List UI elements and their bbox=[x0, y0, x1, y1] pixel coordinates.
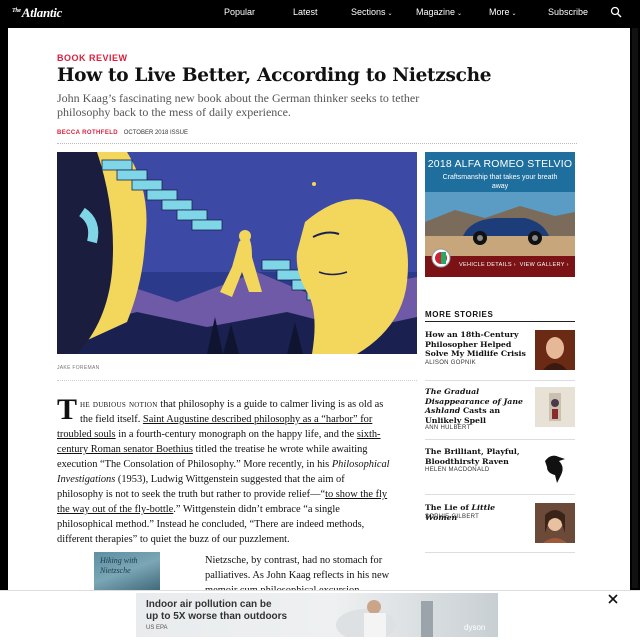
view-gallery-link[interactable]: VIEW GALLERY bbox=[520, 262, 565, 268]
dropcap: T bbox=[57, 393, 78, 426]
nav-magazine[interactable]: Magazine ⌄ bbox=[416, 7, 462, 17]
author-link[interactable]: BECCA ROTHFELD bbox=[57, 130, 118, 136]
close-icon[interactable] bbox=[606, 592, 620, 606]
vehicle-details-link[interactable]: VEHICLE DETAILS bbox=[459, 262, 512, 268]
issue-link[interactable]: OCTOBER 2018 ISSUE bbox=[124, 130, 188, 136]
story-author: ANN HULBERT bbox=[425, 425, 471, 431]
banner-photo bbox=[336, 600, 433, 637]
story-thumbnail[interactable] bbox=[535, 503, 575, 543]
more-stories-heading: MORE STORIES bbox=[425, 310, 494, 319]
nav-more[interactable]: More ⌄ bbox=[489, 7, 517, 17]
story-thumbnail[interactable] bbox=[535, 387, 575, 427]
nav-popular-label: Popular bbox=[224, 7, 256, 17]
scrollbar[interactable] bbox=[632, 28, 638, 588]
nav-sections[interactable]: Sections ⌄ bbox=[351, 7, 393, 17]
chevron-down-icon: ⌄ bbox=[387, 11, 393, 17]
story-title[interactable]: The Brilliant, Playful, Bloodthirsty Rav… bbox=[425, 447, 529, 466]
alfa-romeo-logo-icon bbox=[431, 248, 451, 268]
car-image bbox=[425, 192, 575, 256]
nav-latest-label: Latest bbox=[293, 7, 318, 17]
sidebar-ad[interactable]: 2018 ALFA ROMEO STELVIO Craftsmanship th… bbox=[425, 152, 575, 277]
story-item[interactable]: The Brilliant, Playful, Bloodthirsty Rav… bbox=[425, 447, 575, 505]
chevron-right-icon: › bbox=[513, 262, 516, 268]
book-cover-image[interactable]: Hiking with Nietzsche bbox=[94, 552, 160, 590]
story-thumbnail[interactable] bbox=[535, 447, 575, 487]
logo-text: Atlantic bbox=[21, 5, 63, 20]
nav-latest[interactable]: Latest bbox=[293, 7, 318, 17]
story-author: ALISON GOPNIK bbox=[425, 360, 476, 366]
divider bbox=[425, 321, 575, 322]
ad-title: 2018 ALFA ROMEO STELVIO bbox=[427, 158, 573, 170]
lead-in: he dubious notion bbox=[80, 399, 158, 410]
divider bbox=[425, 380, 575, 381]
chevron-down-icon: ⌄ bbox=[457, 11, 463, 17]
ad-links: VEHICLE DETAILS › VIEW GALLERY › bbox=[459, 262, 569, 268]
story-author: HELEN MACDONALD bbox=[425, 467, 490, 473]
bottom-ad-banner[interactable]: Indoor air pollution can be up to 5X wor… bbox=[136, 593, 498, 637]
nav-magazine-label: Magazine bbox=[416, 7, 456, 17]
chevron-right-icon: › bbox=[566, 262, 569, 268]
nav-popular[interactable]: Popular bbox=[224, 7, 255, 17]
logo-prefix: The bbox=[12, 7, 21, 14]
nav-more-label: More bbox=[489, 7, 510, 17]
story-title-plain: The Lie of bbox=[425, 503, 472, 512]
book-cover-title: Hiking with Nietzsche bbox=[100, 556, 138, 575]
article-title: How to Live Better, According to Nietzsc… bbox=[57, 65, 492, 86]
byline: BECCA ROTHFELD OCTOBER 2018 ISSUE bbox=[57, 130, 188, 136]
banner-headline-2: up to 5X worse than outdoors bbox=[146, 611, 288, 622]
divider bbox=[425, 494, 575, 495]
body-text: in a fourth-century monograph on the hap… bbox=[115, 429, 357, 440]
search-icon[interactable] bbox=[610, 6, 622, 18]
divider bbox=[425, 439, 575, 440]
divider bbox=[57, 380, 417, 381]
story-title[interactable]: How an 18th-Century Philosopher Helped S… bbox=[425, 330, 529, 359]
hero-illustration bbox=[57, 152, 417, 354]
banner-brand-logo: dyson bbox=[464, 623, 486, 632]
chevron-down-icon: ⌄ bbox=[511, 11, 517, 17]
top-nav: TheAtlantic Popular Latest Sections ⌄ Mag… bbox=[0, 0, 640, 24]
nav-subscribe[interactable]: Subscribe bbox=[548, 7, 588, 17]
divider bbox=[425, 552, 575, 553]
divider bbox=[57, 143, 577, 144]
banner-source: US EPA bbox=[146, 625, 168, 631]
image-credit: JAKE FOREMAN bbox=[57, 365, 100, 371]
story-author: SOPHIE GILBERT bbox=[425, 514, 480, 520]
article-dek: John Kaag’s fascinating new book about t… bbox=[57, 91, 420, 119]
story-item[interactable]: The Gradual Disappearance of Jane Ashlan… bbox=[425, 387, 575, 445]
article-kicker[interactable]: BOOK REVIEW bbox=[57, 53, 128, 63]
ad-subtitle: Craftsmanship that takes your breath awa… bbox=[442, 174, 558, 190]
banner-headline-1: Indoor air pollution can be bbox=[146, 599, 272, 610]
story-title[interactable]: The Gradual Disappearance of Jane Ashlan… bbox=[425, 387, 529, 425]
nav-sections-label: Sections bbox=[351, 7, 386, 17]
nav-subscribe-label: Subscribe bbox=[548, 7, 589, 17]
story-thumbnail[interactable] bbox=[535, 330, 575, 370]
article-body: The dubious notion that philosophy is a … bbox=[57, 393, 393, 547]
site-logo[interactable]: TheAtlantic bbox=[12, 5, 62, 21]
